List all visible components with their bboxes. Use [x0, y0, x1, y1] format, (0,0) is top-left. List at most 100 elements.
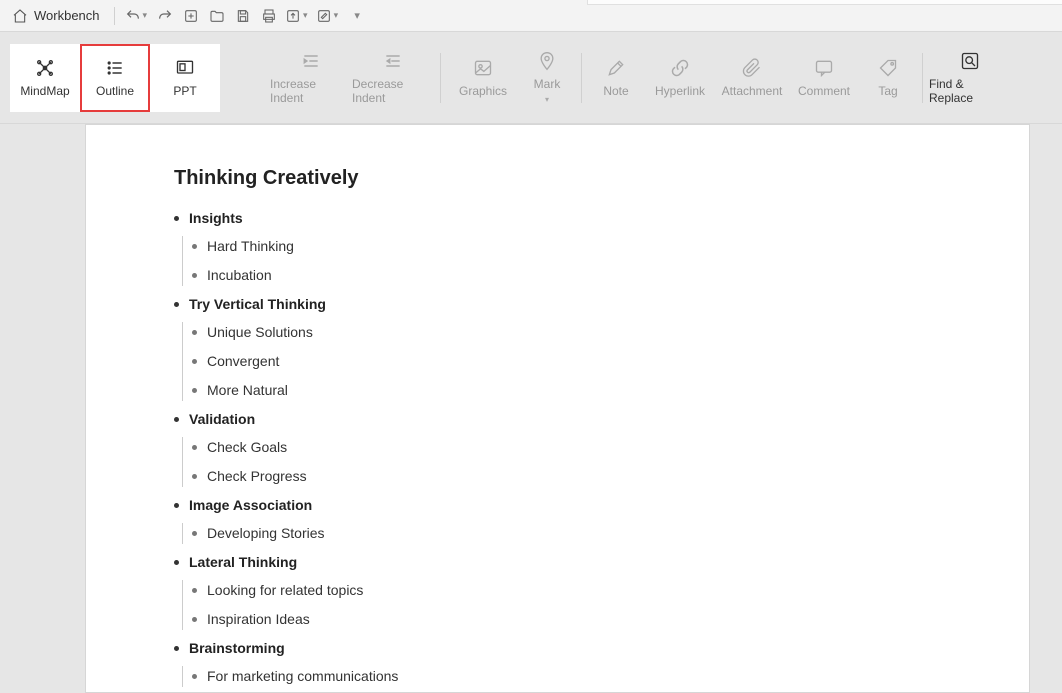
find-replace-label: Find & Replace	[929, 77, 1011, 105]
tag-button[interactable]: Tag	[860, 44, 916, 112]
outline-heading[interactable]: Insights	[174, 208, 1029, 229]
outline-item-text: For marketing communications	[207, 666, 398, 687]
outline-heading[interactable]: Image Association	[174, 495, 1029, 516]
increase-indent-button[interactable]: Increase Indent	[270, 44, 352, 112]
decrease-indent-button[interactable]: Decrease Indent	[352, 44, 434, 112]
tag-label: Tag	[878, 84, 897, 98]
hyperlink-button[interactable]: Hyperlink	[644, 44, 716, 112]
separator	[922, 53, 923, 103]
tab-ppt[interactable]: PPT	[150, 44, 220, 112]
outline-item-text: Incubation	[207, 265, 272, 286]
outline-item[interactable]: Check Goals	[192, 437, 1029, 458]
workbench-label: Workbench	[34, 8, 100, 23]
tab-outline-label: Outline	[96, 84, 134, 98]
outline-item[interactable]: Unique Solutions	[192, 322, 1029, 343]
outline-item[interactable]: Looking for related topics	[192, 580, 1029, 601]
workbench-button[interactable]: Workbench	[8, 6, 104, 26]
outline-heading-text: Image Association	[189, 495, 312, 516]
mindmap-icon	[35, 58, 55, 78]
outline-item[interactable]: Hard Thinking	[192, 236, 1029, 257]
outline-root: Insights Hard Thinking Incubation Try Verti…	[174, 208, 1029, 693]
save-button[interactable]	[233, 6, 253, 26]
comment-button[interactable]: Comment	[788, 44, 860, 112]
find-replace-icon	[960, 51, 980, 71]
more-button[interactable]: ▾	[346, 6, 366, 26]
outline-item-text: Looking for related topics	[207, 580, 363, 601]
chevron-down-icon: ▾	[303, 10, 308, 21]
outline-item[interactable]: Convergent	[192, 351, 1029, 372]
outline-heading[interactable]: Lateral Thinking	[174, 552, 1029, 573]
print-button[interactable]	[259, 6, 279, 26]
attachment-icon	[742, 58, 762, 78]
outline-heading[interactable]: Validation	[174, 409, 1029, 430]
outline-heading-text: Insights	[189, 208, 243, 229]
graphics-icon	[473, 58, 493, 78]
outline-children: Developing Stories	[182, 523, 1029, 544]
bullet-icon	[192, 330, 197, 335]
outline-item-text: Unique Solutions	[207, 322, 313, 343]
tab-mindmap[interactable]: MindMap	[10, 44, 80, 112]
separator	[440, 53, 441, 103]
document-title[interactable]: Thinking Creatively	[174, 167, 1029, 190]
bullet-icon	[192, 617, 197, 622]
ribbon: MindMap Outline PPT	[0, 32, 1062, 124]
graphics-button[interactable]: Graphics	[447, 44, 519, 112]
outline-item[interactable]: More Natural	[192, 380, 1029, 401]
outline-heading-text: Lateral Thinking	[189, 552, 297, 573]
note-button[interactable]: Note	[588, 44, 644, 112]
outline-children: Hard Thinking Incubation	[182, 236, 1029, 286]
outline-heading[interactable]: Try Vertical Thinking	[174, 294, 1029, 315]
increase-indent-label: Increase Indent	[270, 77, 352, 105]
mark-label: Mark	[534, 77, 561, 91]
outline-item[interactable]: Developing Stories	[192, 523, 1029, 544]
outline-children: Looking for related topics Inspiration Id…	[182, 580, 1029, 630]
outline-item-text: Hard Thinking	[207, 236, 294, 257]
note-label: Note	[603, 84, 628, 98]
edit-menu-button[interactable]: ▾	[316, 6, 341, 26]
outline-item[interactable]: Check Progress	[192, 466, 1029, 487]
outline-heading[interactable]: Brainstorming	[174, 638, 1029, 659]
outline-children: For marketing communications	[182, 666, 1029, 687]
export-button[interactable]: ▾	[285, 6, 310, 26]
outline-item[interactable]: Incubation	[192, 265, 1029, 286]
separator	[114, 7, 115, 25]
decrease-indent-label: Decrease Indent	[352, 77, 434, 105]
comment-icon	[814, 58, 834, 78]
attachment-button[interactable]: Attachment	[716, 44, 788, 112]
titlebar-ghost	[587, 0, 1062, 5]
decrease-indent-icon	[383, 51, 403, 71]
page[interactable]: Thinking Creatively Insights Hard Thinkin…	[85, 124, 1030, 693]
mark-button[interactable]: Mark ▾	[519, 44, 575, 112]
outline-section: Brainstorming For marketing communication…	[174, 638, 1029, 687]
chevron-down-icon: ▾	[334, 10, 339, 21]
outline-children: Unique Solutions Convergent More Natural	[182, 322, 1029, 401]
bullet-icon	[174, 417, 179, 422]
outline-item-text: Inspiration Ideas	[207, 609, 310, 630]
new-button[interactable]	[181, 6, 201, 26]
bullet-icon	[192, 588, 197, 593]
document-area: Thinking Creatively Insights Hard Thinkin…	[0, 124, 1062, 693]
outline-heading-text: Brainstorming	[189, 638, 285, 659]
find-replace-button[interactable]: Find & Replace	[929, 44, 1011, 112]
outline-item-text: Check Progress	[207, 466, 307, 487]
undo-button[interactable]: ▾	[125, 6, 150, 26]
bullet-icon	[174, 216, 179, 221]
ppt-icon	[175, 58, 195, 78]
outline-section: Image Association Developing Stories	[174, 495, 1029, 544]
outline-item-text: Check Goals	[207, 437, 287, 458]
note-icon	[606, 58, 626, 78]
outline-item[interactable]: Inspiration Ideas	[192, 609, 1029, 630]
tab-ppt-label: PPT	[173, 84, 196, 98]
tab-outline[interactable]: Outline	[80, 44, 150, 112]
bullet-icon	[174, 302, 179, 307]
separator	[581, 53, 582, 103]
bullet-icon	[174, 503, 179, 508]
comment-label: Comment	[798, 84, 850, 98]
bullet-icon	[174, 560, 179, 565]
bullet-icon	[192, 445, 197, 450]
open-button[interactable]	[207, 6, 227, 26]
outline-item[interactable]: For marketing communications	[192, 666, 1029, 687]
view-mode-tabs: MindMap Outline PPT	[10, 32, 220, 123]
graphics-label: Graphics	[459, 84, 507, 98]
redo-button[interactable]	[155, 6, 175, 26]
